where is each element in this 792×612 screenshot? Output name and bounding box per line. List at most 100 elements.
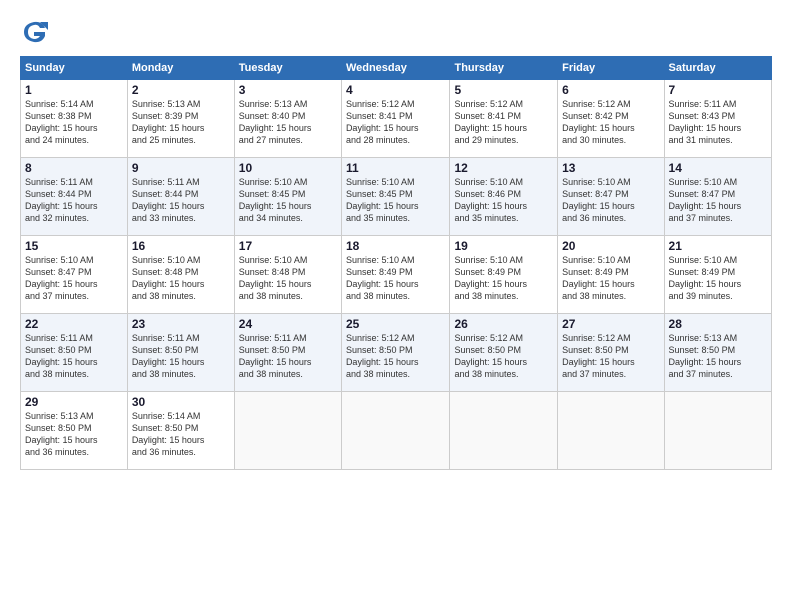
day-number: 11 xyxy=(346,161,446,175)
day-cell xyxy=(234,392,341,470)
day-number: 25 xyxy=(346,317,446,331)
day-cell: 19Sunrise: 5:10 AM Sunset: 8:49 PM Dayli… xyxy=(450,236,558,314)
day-number: 13 xyxy=(562,161,659,175)
day-cell: 29Sunrise: 5:13 AM Sunset: 8:50 PM Dayli… xyxy=(21,392,128,470)
day-info: Sunrise: 5:11 AM Sunset: 8:50 PM Dayligh… xyxy=(239,332,337,381)
day-number: 30 xyxy=(132,395,230,409)
header-thursday: Thursday xyxy=(450,57,558,80)
day-cell: 24Sunrise: 5:11 AM Sunset: 8:50 PM Dayli… xyxy=(234,314,341,392)
day-number: 10 xyxy=(239,161,337,175)
logo-icon xyxy=(20,18,48,46)
header-wednesday: Wednesday xyxy=(341,57,450,80)
day-info: Sunrise: 5:11 AM Sunset: 8:50 PM Dayligh… xyxy=(25,332,123,381)
day-number: 28 xyxy=(669,317,767,331)
day-info: Sunrise: 5:13 AM Sunset: 8:39 PM Dayligh… xyxy=(132,98,230,147)
day-number: 8 xyxy=(25,161,123,175)
header-sunday: Sunday xyxy=(21,57,128,80)
day-cell: 25Sunrise: 5:12 AM Sunset: 8:50 PM Dayli… xyxy=(341,314,450,392)
header-row: SundayMondayTuesdayWednesdayThursdayFrid… xyxy=(21,57,772,80)
week-row-4: 22Sunrise: 5:11 AM Sunset: 8:50 PM Dayli… xyxy=(21,314,772,392)
day-info: Sunrise: 5:12 AM Sunset: 8:50 PM Dayligh… xyxy=(562,332,659,381)
day-cell: 17Sunrise: 5:10 AM Sunset: 8:48 PM Dayli… xyxy=(234,236,341,314)
calendar-header: SundayMondayTuesdayWednesdayThursdayFrid… xyxy=(21,57,772,80)
day-cell: 14Sunrise: 5:10 AM Sunset: 8:47 PM Dayli… xyxy=(664,158,771,236)
day-info: Sunrise: 5:10 AM Sunset: 8:48 PM Dayligh… xyxy=(239,254,337,303)
header-saturday: Saturday xyxy=(664,57,771,80)
day-info: Sunrise: 5:10 AM Sunset: 8:45 PM Dayligh… xyxy=(239,176,337,225)
day-cell: 18Sunrise: 5:10 AM Sunset: 8:49 PM Dayli… xyxy=(341,236,450,314)
header-monday: Monday xyxy=(127,57,234,80)
day-info: Sunrise: 5:14 AM Sunset: 8:50 PM Dayligh… xyxy=(132,410,230,459)
day-number: 5 xyxy=(454,83,553,97)
week-row-5: 29Sunrise: 5:13 AM Sunset: 8:50 PM Dayli… xyxy=(21,392,772,470)
day-info: Sunrise: 5:13 AM Sunset: 8:50 PM Dayligh… xyxy=(669,332,767,381)
day-cell: 16Sunrise: 5:10 AM Sunset: 8:48 PM Dayli… xyxy=(127,236,234,314)
day-info: Sunrise: 5:11 AM Sunset: 8:44 PM Dayligh… xyxy=(25,176,123,225)
day-info: Sunrise: 5:10 AM Sunset: 8:47 PM Dayligh… xyxy=(669,176,767,225)
day-info: Sunrise: 5:10 AM Sunset: 8:46 PM Dayligh… xyxy=(454,176,553,225)
day-number: 21 xyxy=(669,239,767,253)
day-cell: 1Sunrise: 5:14 AM Sunset: 8:38 PM Daylig… xyxy=(21,80,128,158)
day-info: Sunrise: 5:13 AM Sunset: 8:50 PM Dayligh… xyxy=(25,410,123,459)
day-cell: 30Sunrise: 5:14 AM Sunset: 8:50 PM Dayli… xyxy=(127,392,234,470)
day-cell: 12Sunrise: 5:10 AM Sunset: 8:46 PM Dayli… xyxy=(450,158,558,236)
day-number: 12 xyxy=(454,161,553,175)
day-info: Sunrise: 5:10 AM Sunset: 8:45 PM Dayligh… xyxy=(346,176,446,225)
day-info: Sunrise: 5:10 AM Sunset: 8:48 PM Dayligh… xyxy=(132,254,230,303)
day-cell: 9Sunrise: 5:11 AM Sunset: 8:44 PM Daylig… xyxy=(127,158,234,236)
day-cell: 23Sunrise: 5:11 AM Sunset: 8:50 PM Dayli… xyxy=(127,314,234,392)
day-cell: 11Sunrise: 5:10 AM Sunset: 8:45 PM Dayli… xyxy=(341,158,450,236)
day-info: Sunrise: 5:11 AM Sunset: 8:43 PM Dayligh… xyxy=(669,98,767,147)
day-cell: 5Sunrise: 5:12 AM Sunset: 8:41 PM Daylig… xyxy=(450,80,558,158)
day-info: Sunrise: 5:12 AM Sunset: 8:41 PM Dayligh… xyxy=(346,98,446,147)
header xyxy=(20,18,772,46)
day-info: Sunrise: 5:12 AM Sunset: 8:50 PM Dayligh… xyxy=(454,332,553,381)
day-cell: 4Sunrise: 5:12 AM Sunset: 8:41 PM Daylig… xyxy=(341,80,450,158)
day-cell: 10Sunrise: 5:10 AM Sunset: 8:45 PM Dayli… xyxy=(234,158,341,236)
day-number: 1 xyxy=(25,83,123,97)
day-number: 15 xyxy=(25,239,123,253)
day-number: 16 xyxy=(132,239,230,253)
day-number: 27 xyxy=(562,317,659,331)
day-cell xyxy=(341,392,450,470)
day-cell: 26Sunrise: 5:12 AM Sunset: 8:50 PM Dayli… xyxy=(450,314,558,392)
day-number: 18 xyxy=(346,239,446,253)
day-cell: 20Sunrise: 5:10 AM Sunset: 8:49 PM Dayli… xyxy=(558,236,664,314)
day-info: Sunrise: 5:10 AM Sunset: 8:47 PM Dayligh… xyxy=(562,176,659,225)
day-info: Sunrise: 5:12 AM Sunset: 8:42 PM Dayligh… xyxy=(562,98,659,147)
day-info: Sunrise: 5:10 AM Sunset: 8:47 PM Dayligh… xyxy=(25,254,123,303)
week-row-1: 1Sunrise: 5:14 AM Sunset: 8:38 PM Daylig… xyxy=(21,80,772,158)
day-info: Sunrise: 5:11 AM Sunset: 8:44 PM Dayligh… xyxy=(132,176,230,225)
day-cell: 6Sunrise: 5:12 AM Sunset: 8:42 PM Daylig… xyxy=(558,80,664,158)
logo xyxy=(20,18,52,46)
day-number: 14 xyxy=(669,161,767,175)
day-number: 4 xyxy=(346,83,446,97)
day-cell: 7Sunrise: 5:11 AM Sunset: 8:43 PM Daylig… xyxy=(664,80,771,158)
day-info: Sunrise: 5:10 AM Sunset: 8:49 PM Dayligh… xyxy=(346,254,446,303)
day-number: 7 xyxy=(669,83,767,97)
day-number: 24 xyxy=(239,317,337,331)
day-number: 9 xyxy=(132,161,230,175)
day-cell: 28Sunrise: 5:13 AM Sunset: 8:50 PM Dayli… xyxy=(664,314,771,392)
day-cell: 2Sunrise: 5:13 AM Sunset: 8:39 PM Daylig… xyxy=(127,80,234,158)
day-info: Sunrise: 5:10 AM Sunset: 8:49 PM Dayligh… xyxy=(562,254,659,303)
day-number: 2 xyxy=(132,83,230,97)
day-cell xyxy=(558,392,664,470)
day-info: Sunrise: 5:10 AM Sunset: 8:49 PM Dayligh… xyxy=(454,254,553,303)
day-cell: 13Sunrise: 5:10 AM Sunset: 8:47 PM Dayli… xyxy=(558,158,664,236)
week-row-2: 8Sunrise: 5:11 AM Sunset: 8:44 PM Daylig… xyxy=(21,158,772,236)
day-cell: 3Sunrise: 5:13 AM Sunset: 8:40 PM Daylig… xyxy=(234,80,341,158)
day-cell: 21Sunrise: 5:10 AM Sunset: 8:49 PM Dayli… xyxy=(664,236,771,314)
day-info: Sunrise: 5:13 AM Sunset: 8:40 PM Dayligh… xyxy=(239,98,337,147)
day-number: 17 xyxy=(239,239,337,253)
day-cell: 22Sunrise: 5:11 AM Sunset: 8:50 PM Dayli… xyxy=(21,314,128,392)
week-row-3: 15Sunrise: 5:10 AM Sunset: 8:47 PM Dayli… xyxy=(21,236,772,314)
day-info: Sunrise: 5:12 AM Sunset: 8:41 PM Dayligh… xyxy=(454,98,553,147)
day-cell xyxy=(450,392,558,470)
day-info: Sunrise: 5:10 AM Sunset: 8:49 PM Dayligh… xyxy=(669,254,767,303)
header-friday: Friday xyxy=(558,57,664,80)
day-number: 29 xyxy=(25,395,123,409)
day-info: Sunrise: 5:14 AM Sunset: 8:38 PM Dayligh… xyxy=(25,98,123,147)
day-number: 3 xyxy=(239,83,337,97)
day-number: 19 xyxy=(454,239,553,253)
